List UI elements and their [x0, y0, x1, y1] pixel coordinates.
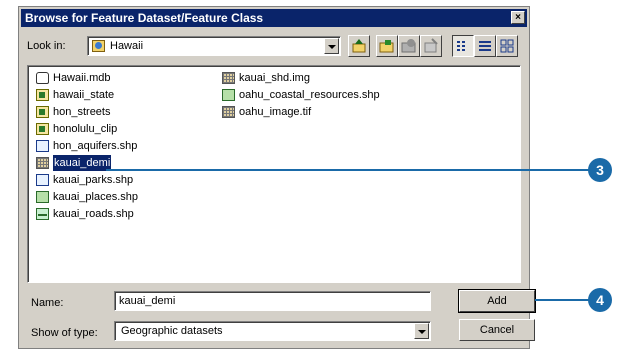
browse-dialog: Browse for Feature Dataset/Feature Class…	[18, 6, 536, 349]
connect-folder-icon	[379, 40, 394, 53]
point-shapefile-icon	[222, 89, 235, 101]
coverage-icon	[36, 89, 49, 101]
database-icon	[36, 72, 49, 84]
details-view-button[interactable]	[474, 35, 496, 57]
chevron-down-icon[interactable]	[414, 323, 429, 339]
coverage-icon	[36, 123, 49, 135]
details-view-icon	[479, 41, 491, 51]
name-input-value: kauai_demi	[119, 295, 176, 307]
thumbnails-view-icon	[500, 39, 514, 53]
up-one-level-icon	[352, 39, 366, 53]
raster-icon	[222, 106, 235, 118]
callout-3-badge: 3	[588, 158, 612, 182]
coverage-icon	[36, 106, 49, 118]
close-button[interactable]: ×	[511, 11, 525, 24]
show-of-type-value: Geographic datasets	[121, 325, 223, 337]
look-in-dropdown[interactable]: Hawaii	[87, 36, 341, 56]
globe-folder-icon	[92, 40, 105, 52]
raster-icon	[222, 72, 235, 84]
show-of-type-dropdown[interactable]: Geographic datasets	[114, 321, 431, 341]
properties-button[interactable]	[420, 35, 442, 57]
polygon-shapefile-icon	[36, 174, 49, 186]
callout-4-leader	[535, 299, 595, 301]
up-one-level-button[interactable]	[348, 35, 370, 57]
list-view-icon	[457, 41, 465, 51]
look-in-label: Look in:	[27, 40, 66, 52]
point-shapefile-icon	[36, 191, 49, 203]
name-input[interactable]: kauai_demi	[114, 291, 431, 311]
list-view-button[interactable]	[452, 35, 474, 57]
add-button[interactable]: Add	[458, 289, 536, 313]
disconnect-folder-button[interactable]	[398, 35, 420, 57]
line-shapefile-icon	[36, 208, 49, 220]
raster-icon	[36, 157, 49, 169]
file-list[interactable]: Hawaii.mdb hawaii_state hon_streets hono…	[27, 65, 521, 283]
chevron-down-icon[interactable]	[324, 38, 339, 54]
name-label: Name:	[31, 297, 64, 309]
disconnect-folder-icon	[401, 39, 416, 53]
properties-icon	[424, 38, 438, 53]
thumbnails-view-button[interactable]	[496, 35, 518, 57]
show-of-type-label: Show of type:	[31, 327, 98, 339]
connect-folder-button[interactable]	[376, 35, 398, 57]
polygon-shapefile-icon	[36, 140, 49, 152]
title-bar: Browse for Feature Dataset/Feature Class…	[21, 9, 527, 27]
cancel-button[interactable]: Cancel	[459, 319, 535, 341]
dialog-title: Browse for Feature Dataset/Feature Class	[25, 11, 264, 25]
callout-4-badge: 4	[588, 288, 612, 312]
look-in-value: Hawaii	[110, 40, 144, 52]
callout-3-leader	[106, 169, 596, 171]
